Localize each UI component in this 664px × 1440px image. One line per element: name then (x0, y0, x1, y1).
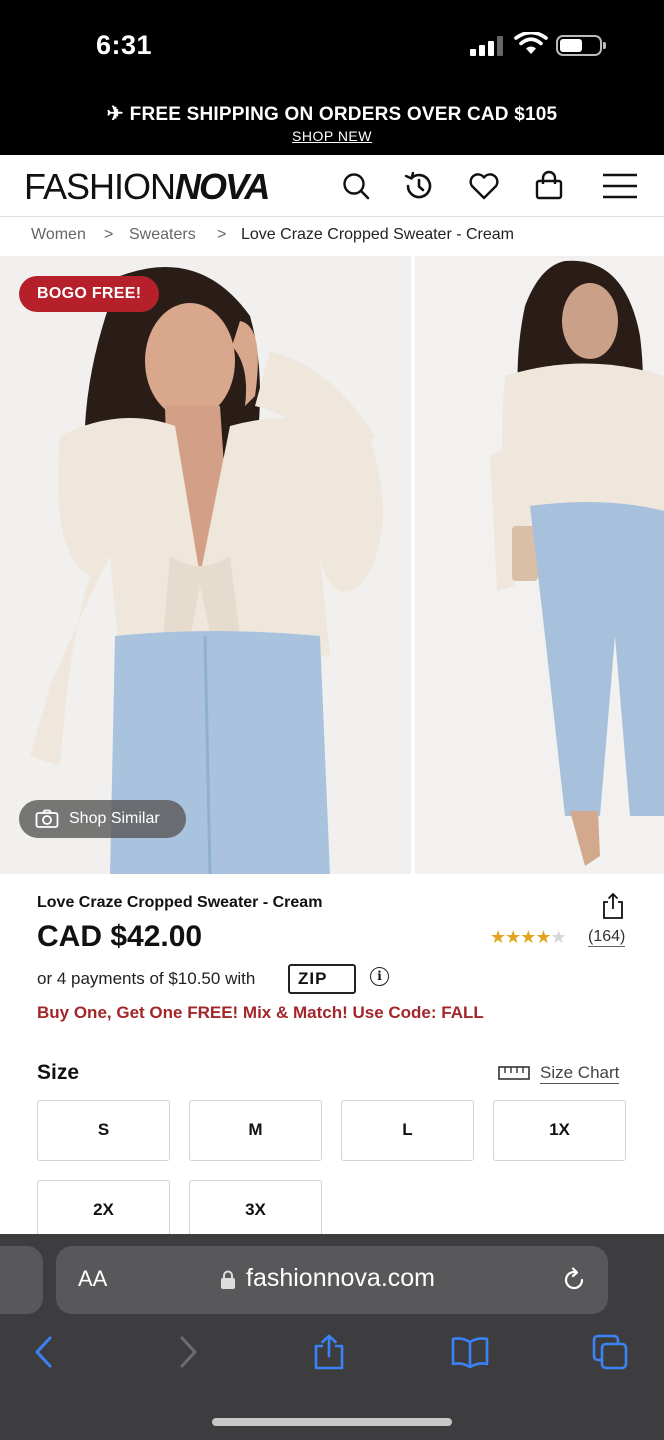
shopping-bag-icon[interactable] (532, 169, 566, 203)
product-gallery[interactable]: BOGO FREE! Shop Similar (0, 256, 664, 874)
shop-similar-button[interactable]: Shop Similar (19, 800, 186, 838)
size-option-1x[interactable]: 1X (493, 1100, 626, 1161)
breadcrumb: Women > Sweaters > Love Craze Cropped Sw… (0, 218, 664, 256)
camera-icon (35, 809, 59, 828)
breadcrumb-sweaters[interactable]: Sweaters (129, 226, 196, 244)
search-icon[interactable] (339, 169, 373, 203)
breadcrumb-women[interactable]: Women (31, 226, 86, 244)
home-indicator (212, 1418, 452, 1426)
status-time: 6:31 (96, 30, 153, 60)
fashion-nova-logo[interactable]: FASHIONNOVA (24, 169, 270, 205)
tabs-icon[interactable] (592, 1334, 630, 1372)
product-rating[interactable]: ★★★★★ (164) (490, 927, 630, 951)
history-icon[interactable] (402, 169, 436, 203)
share-sheet-icon[interactable] (312, 1334, 346, 1370)
site-header: FASHIONNOVA (0, 155, 664, 217)
info-icon[interactable]: i (370, 967, 389, 986)
size-option-3x[interactable]: 3X (189, 1180, 322, 1241)
bogo-badge: BOGO FREE! (19, 276, 160, 312)
shop-new-link[interactable]: SHOP NEW (292, 128, 372, 144)
previous-tab-preview[interactable] (0, 1246, 43, 1314)
menu-hamburger-icon[interactable] (601, 169, 639, 203)
installments-text: or 4 payments of $10.50 with (37, 969, 256, 988)
star-rating-icon: ★★★★★ (490, 927, 567, 947)
back-icon[interactable] (32, 1334, 56, 1370)
zip-logo[interactable]: ZIP (288, 964, 356, 994)
product-photo-main[interactable]: BOGO FREE! Shop Similar (0, 256, 411, 874)
size-option-l[interactable]: L (341, 1100, 474, 1161)
bogo-promo-text: Buy One, Get One FREE! Mix & Match! Use … (37, 1003, 484, 1022)
cellular-signal-icon (470, 36, 506, 56)
browser-toolbar: AA fashionnova.com (0, 1234, 664, 1440)
size-option-2x[interactable]: 2X (37, 1180, 170, 1241)
model-illustration (0, 256, 411, 874)
product-name: Love Craze Cropped Sweater - Cream (37, 894, 323, 911)
url-text[interactable]: fashionnova.com (246, 1264, 435, 1293)
reader-settings-button[interactable]: AA (78, 1266, 107, 1292)
promo-text: FREE SHIPPING ON ORDERS OVER CAD $105 (129, 104, 558, 125)
product-photo-secondary[interactable] (415, 256, 664, 874)
promo-banner: ✈ FREE SHIPPING ON ORDERS OVER CAD $105 S… (0, 95, 664, 155)
breadcrumb-current: Love Craze Cropped Sweater - Cream (241, 226, 515, 243)
address-bar[interactable]: AA fashionnova.com (56, 1246, 608, 1314)
reload-icon[interactable] (560, 1266, 588, 1294)
breadcrumb-separator: > (217, 226, 227, 243)
status-bar: 6:31 (0, 0, 664, 95)
model-full-illustration (415, 256, 664, 874)
ruler-icon (498, 1066, 530, 1080)
size-option-s[interactable]: S (37, 1100, 170, 1161)
size-option-m[interactable]: M (189, 1100, 322, 1161)
airplane-icon: ✈ (106, 103, 124, 125)
breadcrumb-separator: > (104, 226, 114, 243)
review-count-link[interactable]: (164) (588, 928, 626, 947)
forward-icon[interactable] (176, 1334, 200, 1370)
wifi-icon (514, 32, 548, 54)
share-icon[interactable] (600, 892, 626, 920)
shop-similar-label: Shop Similar (69, 810, 160, 827)
wishlist-heart-icon[interactable] (467, 169, 501, 203)
battery-icon (556, 35, 606, 56)
lock-icon (221, 1270, 235, 1289)
bookmarks-icon[interactable] (450, 1334, 490, 1370)
size-label: Size (37, 1061, 80, 1084)
product-price: CAD $42.00 (37, 920, 203, 953)
